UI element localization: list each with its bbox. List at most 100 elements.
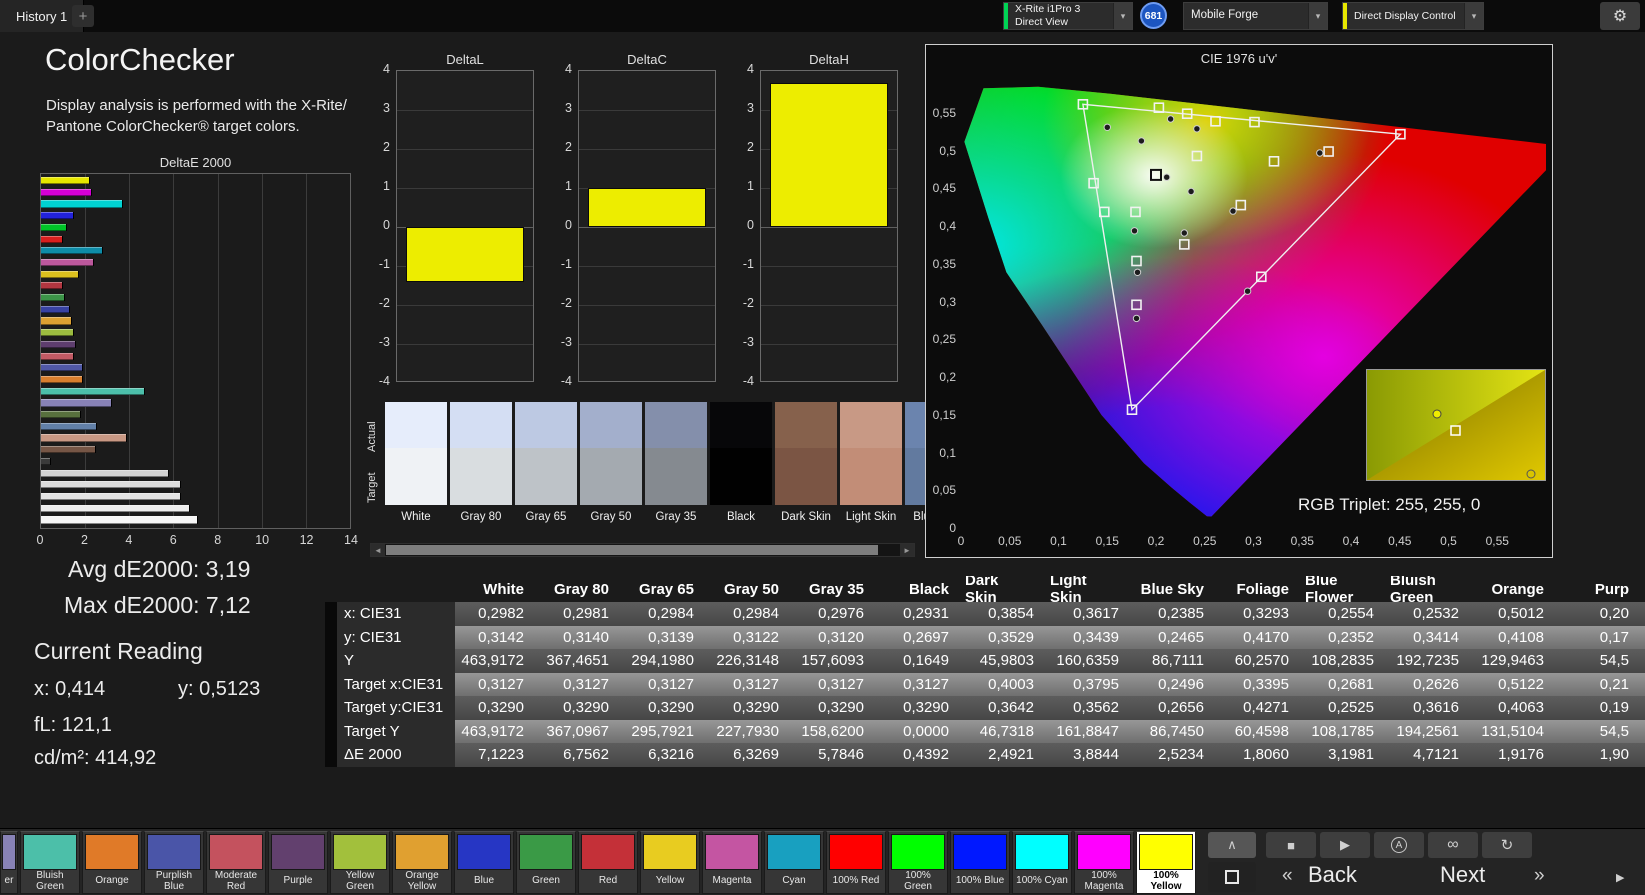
table-cell: 0,20 [1560,602,1645,626]
patch-color [271,834,325,870]
patch-button-magenta[interactable]: Magenta [702,831,762,894]
patch-button-100-yellow[interactable]: 100% Yellow [1136,831,1196,894]
patch-button-100-cyan[interactable]: 100% Cyan [1012,831,1072,894]
meter-dropdown[interactable]: X-Rite i1Pro 3 Direct View ▾ [1003,2,1133,30]
patch-button-orange[interactable]: Orange [82,831,142,894]
patch-button-100-green[interactable]: 100% Green [888,831,948,894]
table-cell: 0,3854 [965,602,1050,626]
table-cell: 0,3290 [625,696,710,720]
axis-tick-label: 6 [169,533,177,547]
patch-label: Orange [95,875,129,887]
table-cell: 46,7318 [965,719,1050,743]
play-button[interactable]: ▶ [1320,832,1370,858]
display-control-dropdown[interactable]: Direct Display Control ▾ [1342,2,1484,30]
save-button[interactable]: A [1374,832,1424,858]
deltae-bar-moderate-red [41,352,75,360]
table-cell: 3,8844 [1050,743,1135,767]
display-mode-button[interactable] [1208,862,1256,892]
table-cell: 0,3127 [540,672,625,696]
pattern-source-label: Mobile Forge [1191,9,1259,22]
axis-tick-label: 4 [565,62,572,76]
axis-tick-label: 0,25 [932,332,956,347]
pattern-source-dropdown[interactable]: Mobile Forge ▾ [1183,2,1328,30]
axis-tick-label: 0,4 [1342,534,1360,548]
delta-h-plot [760,70,898,382]
square-icon [1225,870,1239,884]
row-label: Target Y [337,719,455,743]
patch-button-green[interactable]: Green [516,831,576,894]
measurement-marker [1103,123,1112,131]
patch-button-bluish-green[interactable]: Bluish Green [20,831,80,894]
gridline [579,110,715,111]
display-control-label: Direct Display Control [1354,9,1456,22]
swatch-label: Black [726,511,756,523]
back-chevron-icon[interactable]: « [1282,865,1293,887]
scroll-up-button[interactable]: ∧ [1208,832,1256,858]
patch-label: Purplish Blue [155,869,193,892]
scroll-right-icon[interactable]: ► [900,544,914,556]
patch-button-100-magenta[interactable]: 100% Magenta [1074,831,1134,894]
add-tab-button[interactable]: + [72,5,94,27]
table-cell: 131,5104 [1475,719,1560,743]
back-button[interactable]: Back [1308,862,1357,888]
table-cell: 367,4651 [540,649,625,673]
axis-tick-label: -4 [560,374,572,388]
stop-button[interactable]: ■ [1266,832,1316,858]
next-chevron-icon[interactable]: » [1534,865,1545,887]
patch-button-cyan[interactable]: Cyan [764,831,824,894]
swatch-scrollbar[interactable]: ◄ ► [370,543,915,557]
patch-label: Red [598,875,618,887]
patch-button-yellow[interactable]: Yellow [640,831,700,894]
patch-button-red[interactable]: Red [578,831,638,894]
actual-color [580,402,642,448]
delta-c-chart: DeltaC 4 3 2 1 0 -1 -2 -3 -4 [552,52,742,402]
next-button[interactable]: Next [1440,862,1485,888]
axis-tick-label: -1 [378,257,390,271]
swatch-black: Black [710,402,772,532]
table-row-target-y-cie31: Target y:CIE31 0,3290 0,3290 0,3290 0,3290 0,… [325,696,1645,720]
topbar: History 1 + X-Rite i1Pro 3 Direct View ▾… [0,0,1645,32]
table-cell: 226,3148 [710,649,795,673]
table-cell: 367,0967 [540,719,625,743]
scroll-right-icon[interactable]: ▶ [1616,871,1624,884]
scroll-left-icon[interactable]: ◄ [371,544,385,556]
patch-color [23,834,77,870]
chevron-down-icon[interactable]: ▾ [1308,3,1327,29]
patch-button-purplish-blue[interactable]: Purplish Blue [144,831,204,894]
patch-button-100-red[interactable]: 100% Red [826,831,886,894]
measurement-marker [1316,149,1324,157]
axis-tick-label: 10 [255,533,270,547]
refresh-button[interactable]: ↻ [1482,832,1532,858]
table-cell: 0,21 [1560,672,1645,696]
chevron-down-icon[interactable]: ▾ [1464,3,1483,29]
axis-tick-label: 1 [565,179,572,193]
meter-line1: X-Rite i1Pro 3 [1015,3,1081,16]
patch-button-100-blue[interactable]: 100% Blue [950,831,1010,894]
current-reading-label: Current Reading [34,638,203,664]
table-cell: 0,5012 [1475,602,1560,626]
patch-button-orange-yellow[interactable]: Orange Yellow [392,831,452,894]
table-cell: 294,1980 [625,649,710,673]
patch-button-blue[interactable]: Blue [454,831,514,894]
patch-button-purple[interactable]: Purple [268,831,328,894]
patch-button-moderate-red[interactable]: Moderate Red [206,831,266,894]
scrollbar-thumb[interactable] [386,545,878,555]
table-cell: 227,7930 [710,719,795,743]
row-label [337,576,455,602]
table-cell: 0,3290 [710,696,795,720]
chevron-down-icon[interactable]: ▾ [1113,3,1132,29]
table-cell: 108,1785 [1305,719,1390,743]
axis-tick-label: 0,2 [1147,534,1165,548]
patch-label: 100% Cyan [1016,875,1068,887]
patch-button-yellow-green[interactable]: Yellow Green [330,831,390,894]
loop-button[interactable]: ∞ [1428,832,1478,858]
axis-tick-label: 0,3 [939,294,956,309]
axis-tick-label: 1 [747,179,754,193]
deltae-bar-yellow-green [41,329,75,337]
patch-color [209,834,263,870]
row-label: x: CIE31 [337,602,455,626]
patch-button-er[interactable]: er [0,831,18,894]
table-cell: 192,7235 [1390,649,1475,673]
settings-gear-button[interactable]: ⚙ [1600,2,1640,30]
target-color [645,448,707,505]
